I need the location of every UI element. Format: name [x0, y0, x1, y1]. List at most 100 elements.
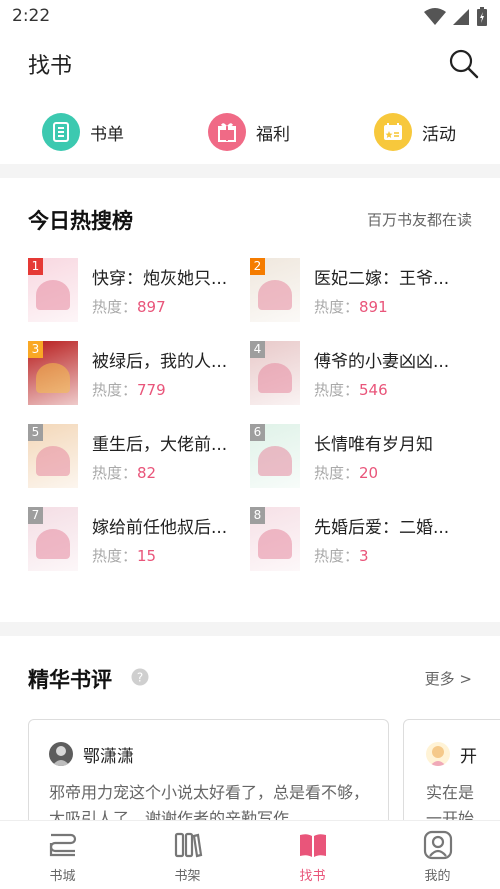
page-title: 找书	[28, 54, 73, 79]
rank-badge: 1	[28, 258, 43, 275]
bookshelf-icon	[174, 832, 202, 858]
rank-badge: 5	[28, 424, 43, 441]
rank-badge: 2	[250, 258, 265, 275]
book-cover: 8	[250, 507, 300, 571]
avatar	[49, 742, 73, 766]
heat-info: 热度：897	[92, 296, 166, 317]
avatar	[426, 742, 450, 766]
divider	[0, 622, 500, 636]
heat-label: 热度：	[314, 381, 360, 399]
hot-search-item[interactable]: 2 医妃二嫁：王爷... 热度：891	[250, 258, 472, 324]
booklist-icon	[42, 113, 80, 151]
status-time: 2:22	[12, 6, 51, 26]
bookstore-icon	[49, 833, 76, 857]
hot-search-item[interactable]: 1 快穿：炮灰她只... 热度：897	[28, 258, 250, 324]
signal-icon	[453, 9, 469, 25]
nav-label: 书城	[49, 869, 76, 884]
cover-art	[258, 446, 292, 476]
hot-search-item[interactable]: 8 先婚后爱：二婚... 热度：3	[250, 507, 472, 573]
battery-icon	[477, 7, 487, 26]
nav-findbook[interactable]: 找书	[250, 821, 375, 889]
book-cover: 7	[28, 507, 78, 571]
rank-badge: 4	[250, 341, 265, 358]
cover-art	[258, 363, 292, 393]
heat-label: 热度：	[314, 464, 360, 482]
quick-link-welfare[interactable]: 福利	[166, 104, 332, 160]
hot-search-item[interactable]: 4 傅爷的小妻凶凶... 热度：546	[250, 341, 472, 407]
cover-art	[36, 446, 70, 476]
cover-art	[36, 363, 70, 393]
hot-search-item[interactable]: 6 长情唯有岁月知 热度：20	[250, 424, 472, 490]
book-title: 长情唯有岁月知	[314, 435, 433, 455]
rank-badge: 8	[250, 507, 265, 524]
hot-search-item[interactable]: 3 被绿后，我的人... 热度：779	[28, 341, 250, 407]
bottom-nav: 书城 书架 找书 我的	[0, 820, 500, 889]
nav-profile[interactable]: 我的	[375, 821, 500, 889]
quick-link-activity[interactable]: 活动	[332, 104, 498, 160]
book-title: 医妃二嫁：王爷...	[314, 269, 450, 289]
nav-label: 我的	[424, 869, 451, 884]
heat-info: 热度：546	[314, 379, 388, 400]
header: 找书	[0, 34, 500, 94]
heat-info: 热度：15	[92, 545, 156, 566]
book-title: 嫁给前任他叔后...	[92, 518, 228, 538]
heat-value: 20	[359, 464, 379, 482]
reviews-title: 精华书评	[28, 668, 112, 692]
book-cover: 3	[28, 341, 78, 405]
heat-value: 15	[137, 547, 157, 565]
quick-link-booklist[interactable]: 书单	[0, 104, 166, 160]
profile-icon	[423, 830, 452, 860]
heat-label: 热度：	[92, 381, 138, 399]
heat-value: 546	[359, 381, 388, 399]
heat-info: 热度：779	[92, 379, 166, 400]
heat-info: 热度：20	[314, 462, 378, 483]
book-title: 傅爷的小妻凶凶...	[314, 352, 450, 372]
quick-link-label: 书单	[90, 124, 124, 145]
findbook-icon	[299, 834, 326, 857]
hot-search-title: 今日热搜榜	[28, 209, 133, 233]
heat-value: 891	[359, 298, 388, 316]
heat-value: 3	[359, 547, 369, 565]
hot-search-item[interactable]: 5 重生后，大佬前... 热度：82	[28, 424, 250, 490]
hot-search-subtitle: 百万书友都在读	[366, 211, 472, 229]
quick-link-label: 福利	[256, 124, 290, 145]
gift-icon	[208, 113, 246, 151]
nav-bookstore[interactable]: 书城	[0, 821, 125, 889]
nav-label: 找书	[299, 869, 326, 884]
svg-text:?: ?	[137, 671, 143, 685]
nav-bookshelf[interactable]: 书架	[125, 821, 250, 889]
status-bar: 2:22	[0, 0, 500, 34]
cover-art	[36, 529, 70, 559]
quick-link-label: 活动	[422, 124, 456, 145]
book-cover: 1	[28, 258, 78, 322]
heat-value: 897	[137, 298, 166, 316]
search-icon[interactable]	[448, 48, 480, 80]
book-cover: 2	[250, 258, 300, 322]
divider	[0, 164, 500, 178]
book-cover: 5	[28, 424, 78, 488]
review-username: 鄂潇潇	[83, 747, 134, 767]
book-title: 重生后，大佬前...	[92, 435, 228, 455]
heat-value: 82	[137, 464, 157, 482]
cover-art	[258, 280, 292, 310]
cover-art	[36, 280, 70, 310]
book-cover: 4	[250, 341, 300, 405]
cover-art	[258, 529, 292, 559]
ticket-icon	[374, 113, 412, 151]
wifi-icon	[424, 8, 446, 25]
heat-value: 779	[137, 381, 166, 399]
quick-links: 书单 福利 活动	[0, 104, 500, 160]
hot-search-item[interactable]: 7 嫁给前任他叔后... 热度：15	[28, 507, 250, 573]
book-title: 先婚后爱：二婚...	[314, 518, 450, 538]
reviews-more-link[interactable]: 更多 >	[425, 668, 472, 689]
rank-badge: 6	[250, 424, 265, 441]
question-icon[interactable]: ?	[131, 668, 149, 686]
rank-badge: 3	[28, 341, 43, 358]
heat-label: 热度：	[314, 298, 360, 316]
heat-info: 热度：3	[314, 545, 369, 566]
book-cover: 6	[250, 424, 300, 488]
heat-label: 热度：	[92, 547, 138, 565]
heat-info: 热度：891	[314, 296, 388, 317]
status-icons	[424, 7, 488, 27]
heat-label: 热度：	[92, 464, 138, 482]
